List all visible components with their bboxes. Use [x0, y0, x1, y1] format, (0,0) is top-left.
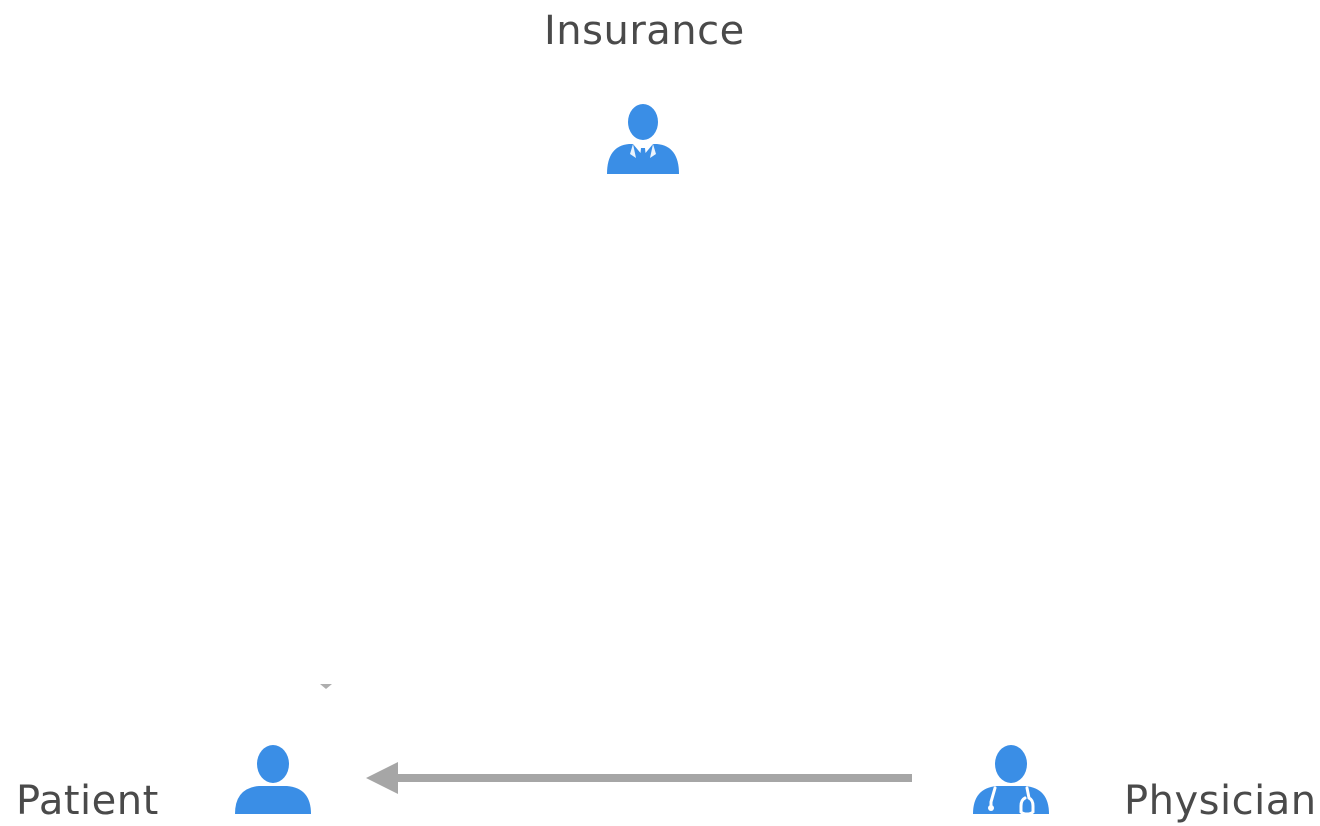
physician-label: Physician	[1124, 778, 1317, 824]
insurance-label: Insurance	[544, 8, 745, 54]
person-icon	[235, 745, 311, 814]
patient-label: Patient	[16, 778, 159, 824]
doctor-icon	[973, 745, 1049, 816]
edge-physician-to-patient	[366, 762, 912, 794]
faint-mark	[320, 684, 332, 689]
arrow-head	[366, 762, 398, 794]
businessman-icon	[607, 104, 679, 174]
